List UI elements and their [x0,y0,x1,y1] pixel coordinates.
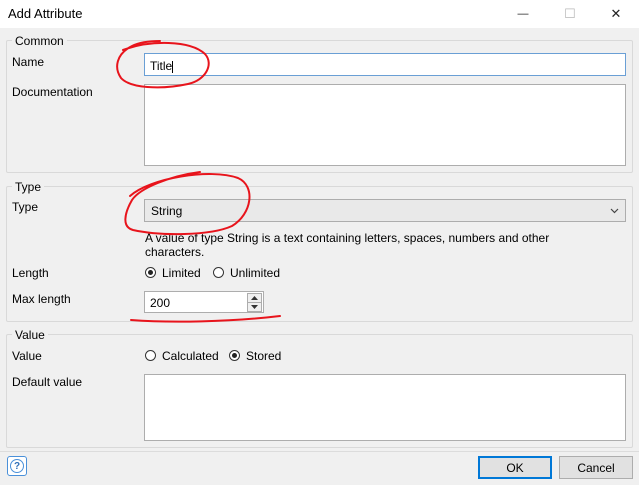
close-button[interactable]: ✕ [593,0,639,28]
documentation-label: Documentation [12,85,93,99]
common-legend: Common [12,34,67,48]
value-label: Value [12,349,42,363]
help-button[interactable]: ? [7,456,27,476]
calculated-label: Calculated [162,349,219,363]
documentation-value [145,85,625,92]
help-icon: ? [10,459,24,473]
type-description-line1: A value of type String is a text contain… [145,231,550,245]
type-label: Type [12,200,39,214]
chevron-down-icon [610,204,619,218]
unlimited-label: Unlimited [230,266,281,280]
ok-button[interactable]: OK [478,456,552,479]
stored-radio[interactable] [229,350,240,361]
type-legend: Type [12,180,45,194]
default-value [145,375,625,382]
max-length-label: Max length [12,292,71,306]
minimize-icon: — [517,8,529,20]
ok-label: OK [506,460,524,475]
close-icon: ✕ [610,6,622,21]
maximize-button[interactable]: ☐ [547,0,593,28]
limited-label: Limited [162,266,201,280]
title-bar: Add Attribute — ☐ ✕ [0,0,639,28]
value-legend: Value [12,328,48,342]
maximize-icon: ☐ [564,6,576,21]
type-dropdown[interactable]: String [144,199,626,222]
caret-up-icon [251,296,258,300]
window-title: Add Attribute [8,6,83,21]
length-label: Length [12,266,49,280]
type-description-line2: characters. [145,245,205,259]
cancel-label: Cancel [577,460,615,475]
name-value: Title [150,59,173,73]
name-label: Name [12,55,45,69]
unlimited-radio[interactable] [213,267,224,278]
type-dropdown-value: String [151,204,183,218]
cancel-button[interactable]: Cancel [559,456,633,479]
max-length-stepper[interactable]: 200 [144,291,264,313]
name-input[interactable]: Title [144,53,626,76]
caret-down-icon [251,305,258,309]
max-length-value: 200 [150,296,171,310]
minimize-button[interactable]: — [500,0,546,28]
documentation-textarea[interactable] [144,84,626,166]
calculated-radio[interactable] [145,350,156,361]
stored-label: Stored [246,349,282,363]
stepper-down-button[interactable] [247,302,262,312]
default-value-textarea[interactable] [144,374,626,441]
limited-radio[interactable] [145,267,156,278]
default-value-label: Default value [12,375,83,389]
